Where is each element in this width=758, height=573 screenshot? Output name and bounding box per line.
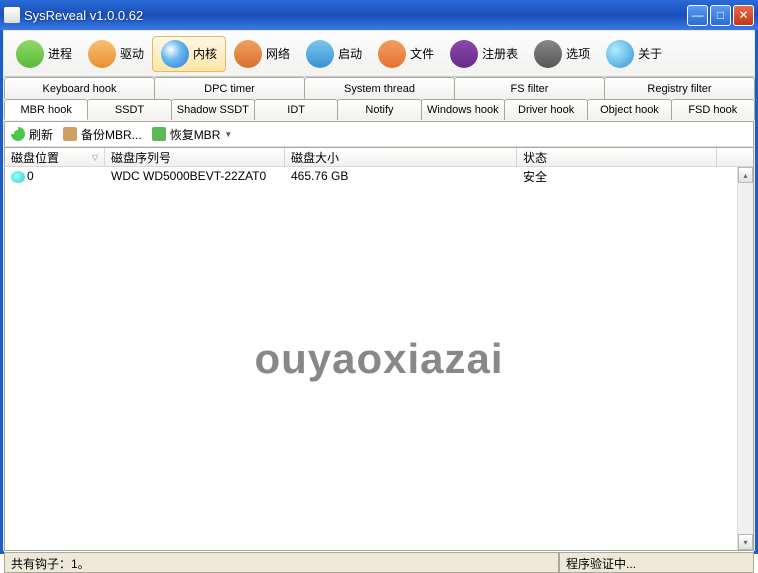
- tab-object-hook[interactable]: Object hook: [587, 99, 671, 120]
- minimize-button[interactable]: —: [687, 5, 708, 26]
- toolbar-driver[interactable]: 驱动: [80, 37, 152, 71]
- process-icon: [16, 40, 44, 68]
- toolbar-registry[interactable]: 注册表: [442, 37, 526, 71]
- cell-serial: WDC WD5000BEVT-22ZAT0: [105, 169, 285, 183]
- toolbar-startup[interactable]: 启动: [298, 37, 370, 71]
- tab-mbr-hook[interactable]: MBR hook: [4, 99, 88, 120]
- app-icon: [4, 7, 20, 23]
- chevron-down-icon: ▼: [224, 130, 232, 139]
- col-disk-location[interactable]: 磁盘位置▽: [5, 148, 105, 166]
- list-header: 磁盘位置▽ 磁盘序列号 磁盘大小 状态: [4, 147, 754, 167]
- tab-dpc-timer[interactable]: DPC timer: [154, 77, 305, 99]
- startup-icon: [306, 40, 334, 68]
- toolbar-file[interactable]: 文件: [370, 37, 442, 71]
- tab-fs-filter[interactable]: FS filter: [454, 77, 605, 99]
- toolbar-network[interactable]: 网络: [226, 37, 298, 71]
- file-icon: [378, 40, 406, 68]
- options-icon: [534, 40, 562, 68]
- driver-icon: [88, 40, 116, 68]
- scroll-down-button[interactable]: ▾: [738, 534, 753, 550]
- registry-icon: [450, 40, 478, 68]
- maximize-button[interactable]: □: [710, 5, 731, 26]
- list-body: 0 WDC WD5000BEVT-22ZAT0 465.76 GB 安全 ouy…: [4, 167, 754, 551]
- disk-icon: [11, 171, 25, 183]
- tab-windows-hook[interactable]: Windows hook: [421, 99, 505, 120]
- main-toolbar: 进程 驱动 内核 网络 启动 文件 注册表 选项 关于: [4, 31, 754, 77]
- toolbar-about[interactable]: 关于: [598, 37, 670, 71]
- watermark: ouyaoxiazai: [254, 335, 503, 383]
- toolbar-process[interactable]: 进程: [8, 37, 80, 71]
- titlebar: SysReveal v1.0.0.62 — □ ✕: [0, 0, 758, 30]
- restore-mbr-button[interactable]: 恢复MBR ▼: [152, 126, 233, 143]
- tab-keyboard-hook[interactable]: Keyboard hook: [4, 77, 155, 99]
- table-row[interactable]: 0 WDC WD5000BEVT-22ZAT0 465.76 GB 安全: [5, 167, 753, 185]
- tab-row-upper: Keyboard hook DPC timer System thread FS…: [4, 77, 754, 99]
- scroll-up-button[interactable]: ▴: [738, 167, 753, 183]
- tab-driver-hook[interactable]: Driver hook: [504, 99, 588, 120]
- network-icon: [234, 40, 262, 68]
- col-status[interactable]: 状态: [517, 148, 717, 166]
- tab-system-thread[interactable]: System thread: [304, 77, 455, 99]
- scroll-track[interactable]: [738, 183, 753, 534]
- cell-status: 安全: [517, 168, 717, 185]
- window-title: SysReveal v1.0.0.62: [24, 8, 687, 23]
- kernel-icon: [161, 40, 189, 68]
- col-disk-size[interactable]: 磁盘大小: [285, 148, 517, 166]
- backup-mbr-button[interactable]: 备份MBR...: [63, 126, 142, 143]
- vertical-scrollbar[interactable]: ▴ ▾: [737, 167, 753, 550]
- refresh-button[interactable]: 刷新: [11, 126, 53, 143]
- restore-icon: [152, 127, 166, 141]
- col-disk-serial[interactable]: 磁盘序列号: [105, 148, 285, 166]
- statusbar: 共有钩子：1。 程序验证中...: [4, 551, 754, 573]
- tab-fsd-hook[interactable]: FSD hook: [671, 99, 755, 120]
- tab-ssdt[interactable]: SSDT: [87, 99, 171, 120]
- sub-toolbar: 刷新 备份MBR... 恢复MBR ▼: [4, 121, 754, 147]
- tab-notify[interactable]: Notify: [337, 99, 421, 120]
- status-left: 共有钩子：1。: [4, 552, 559, 573]
- about-icon: [606, 40, 634, 68]
- tab-idt[interactable]: IDT: [254, 99, 338, 120]
- cell-size: 465.76 GB: [285, 169, 517, 183]
- status-right: 程序验证中...: [559, 552, 754, 573]
- toolbar-options[interactable]: 选项: [526, 37, 598, 71]
- tab-registry-filter[interactable]: Registry filter: [604, 77, 755, 99]
- backup-icon: [63, 127, 77, 141]
- tab-row-lower: MBR hook SSDT Shadow SSDT IDT Notify Win…: [4, 99, 754, 121]
- refresh-icon: [11, 127, 25, 141]
- cell-location: 0: [5, 169, 105, 183]
- close-button[interactable]: ✕: [733, 5, 754, 26]
- tab-shadow-ssdt[interactable]: Shadow SSDT: [171, 99, 255, 120]
- toolbar-kernel[interactable]: 内核: [152, 36, 226, 72]
